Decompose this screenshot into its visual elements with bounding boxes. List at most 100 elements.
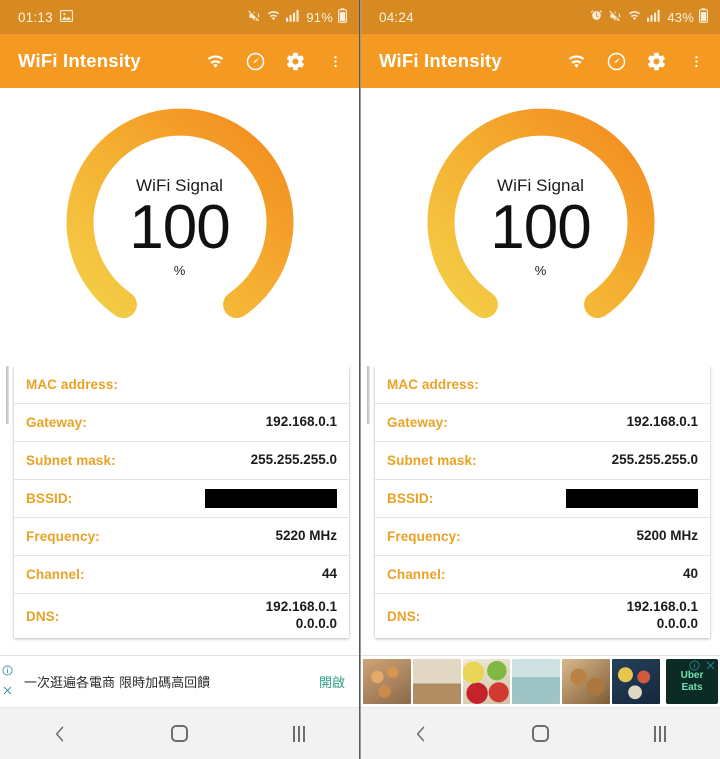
info-row[interactable]: Channel: 44 [14,556,349,594]
status-clock: 01:13 [18,9,53,25]
speedometer-icon[interactable] [604,49,628,73]
info-row-value: 192.168.0.1 [626,414,698,430]
status-bar: 04:24 43% [361,0,720,34]
info-row-label: Frequency: [387,529,461,544]
info-row-label: Gateway: [26,415,87,430]
text-ad-banner[interactable]: 一次逛遍各電商 限時加碼高回饋 開啟 [0,655,359,707]
info-row[interactable]: Channel: 40 [375,556,710,594]
ad-image-strip [363,659,666,704]
info-row-label: BSSID: [26,491,73,506]
battery-percent-label: 91% [306,9,333,25]
info-row[interactable]: DNS: 192.168.0.1 0.0.0.0 [14,594,349,638]
mute-icon [608,9,622,26]
info-row[interactable]: Subnet mask: 255.255.255.0 [14,442,349,480]
recents-icon[interactable] [269,714,329,754]
home-icon[interactable] [149,714,209,754]
app-bar-actions [203,49,347,73]
info-row[interactable]: MAC address: [375,366,710,404]
info-card-area[interactable]: MAC address: Gateway: 192.168.0.1 Subnet ma… [361,366,720,655]
info-row[interactable]: Subnet mask: 255.255.255.0 [375,442,710,480]
info-row-label: DNS: [387,608,421,624]
ad-content: 一次逛遍各電商 限時加碼高回饋 開啟 [0,672,359,691]
info-row[interactable]: BSSID: [14,480,349,518]
ad-cta-button[interactable]: 開啟 [319,672,345,691]
wifi-status-icon [266,8,281,26]
ad-image-tile[interactable] [462,659,511,704]
app-title: WiFi Intensity [18,50,141,71]
info-row[interactable]: Gateway: 192.168.0.1 [375,404,710,442]
info-row[interactable]: Frequency: 5200 MHz [375,518,710,556]
app-bar: WiFi Intensity [0,34,359,88]
info-row-value: 192.168.0.1 0.0.0.0 [265,599,337,631]
battery-icon [699,8,709,26]
status-bar: 01:13 91% [0,0,359,34]
info-row[interactable]: Frequency: 5220 MHz [14,518,349,556]
info-row-value: 40 [682,566,698,582]
ad-markers [689,658,716,676]
ad-image-tile[interactable] [412,659,461,704]
info-row-label: Gateway: [387,415,448,430]
signal-gauge: WiFi Signal 100% [361,88,720,366]
ad-image-tile[interactable] [363,659,411,704]
page-edge-decoration [6,366,9,424]
ad-info-icon[interactable] [689,658,700,676]
carousel-ad-banner[interactable]: Uber Eats [361,655,720,707]
ad-close-icon[interactable] [705,658,716,676]
ad-image-tile[interactable] [562,659,611,704]
network-info-card: MAC address: Gateway: 192.168.0.1 Subnet ma… [375,366,710,638]
info-row-value: 255.255.255.0 [250,452,337,468]
status-icons: 43% [590,8,709,26]
app-title: WiFi Intensity [379,50,502,71]
dual-screenshot-comparison: 01:13 91% WiFi Intensity WiFi Signal 100% MAC… [0,0,720,759]
ad-markers [2,663,13,701]
info-row-value: 44 [321,566,337,582]
info-row-value: 255.255.255.0 [611,452,698,468]
info-row-label: Channel: [387,567,446,582]
phone-screen-left: 01:13 91% WiFi Intensity WiFi Signal 100% MAC… [0,0,360,759]
ad-info-icon[interactable] [2,663,13,681]
back-icon[interactable] [30,714,90,754]
info-row-label: Subnet mask: [26,453,116,468]
overflow-menu-icon[interactable] [323,49,347,73]
info-row-label: MAC address: [387,377,479,392]
network-info-card: MAC address: Gateway: 192.168.0.1 Subnet ma… [14,366,349,638]
ad-close-icon[interactable] [2,683,13,701]
gauge-wrapper: WiFi Signal 100% [60,107,300,347]
battery-percent-label: 43% [667,9,694,25]
info-row[interactable]: BSSID: [375,480,710,518]
info-row[interactable]: Gateway: 192.168.0.1 [14,404,349,442]
signal-gauge: WiFi Signal 100% [0,88,359,366]
recents-icon[interactable] [630,714,690,754]
redacted-value [566,489,698,508]
mute-icon [247,9,261,26]
phone-screen-right: 04:24 43% WiFi Intensity WiFi Signal 100% MAC… [360,0,720,759]
speedometer-icon[interactable] [243,49,267,73]
system-nav-bar [361,707,720,759]
ad-headline: 一次逛遍各電商 限時加碼高回饋 [24,676,211,691]
battery-icon [338,8,348,26]
overflow-menu-icon[interactable] [684,49,708,73]
home-icon[interactable] [510,714,570,754]
wifi-icon[interactable] [203,49,227,73]
gear-icon[interactable] [644,49,668,73]
info-row[interactable]: DNS: 192.168.0.1 0.0.0.0 [375,594,710,638]
gear-icon[interactable] [283,49,307,73]
wifi-status-icon [627,8,642,26]
status-icons: 91% [247,8,348,26]
app-bar: WiFi Intensity [361,34,720,88]
redacted-value [205,489,337,508]
info-row-label: Subnet mask: [387,453,477,468]
back-icon[interactable] [391,714,451,754]
ad-image-tile[interactable] [512,659,561,704]
info-row-value: 5220 MHz [275,528,337,544]
ad-image-tile[interactable] [612,659,660,704]
info-row-label: Frequency: [26,529,100,544]
system-nav-bar [0,707,359,759]
info-row[interactable]: MAC address: [14,366,349,404]
info-row-value: 5200 MHz [636,528,698,544]
app-bar-actions [564,49,708,73]
ad-brand-line2: Eats [681,681,703,693]
info-card-area[interactable]: MAC address: Gateway: 192.168.0.1 Subnet ma… [0,366,359,655]
wifi-icon[interactable] [564,49,588,73]
info-row-label: DNS: [26,608,60,624]
